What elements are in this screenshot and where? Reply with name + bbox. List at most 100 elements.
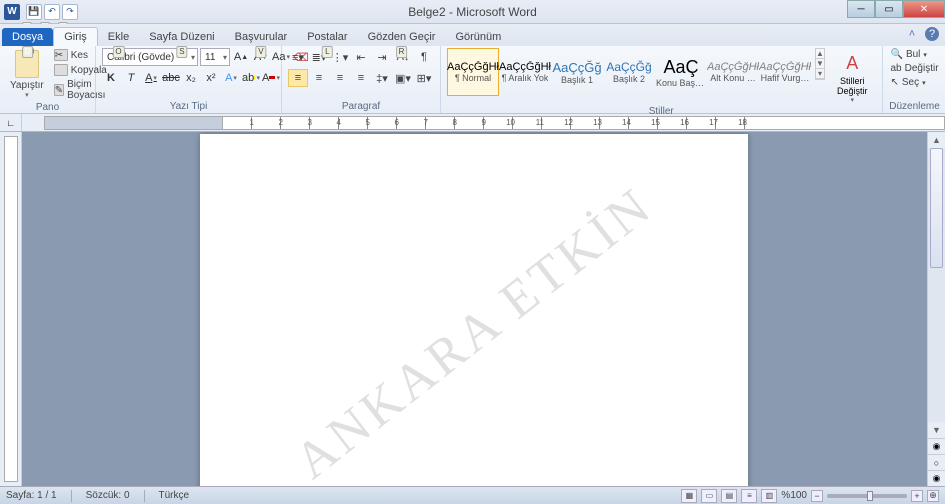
style-s-normal[interactable]: AaÇçĞğHł¶ Normal bbox=[447, 48, 499, 96]
view-outline[interactable]: ≡ bbox=[741, 489, 757, 503]
tab-home[interactable]: Giriş bbox=[53, 27, 98, 46]
next-page-button[interactable]: ◉ bbox=[928, 470, 945, 486]
replace-label: Değiştir bbox=[905, 63, 939, 74]
window-title: Belge2 - Microsoft Word bbox=[408, 5, 537, 19]
view-fullscreen[interactable]: ▭ bbox=[701, 489, 717, 503]
qat-undo[interactable]: ↶ bbox=[44, 4, 60, 20]
keytip: V bbox=[255, 46, 266, 58]
qat-save[interactable]: 💾 bbox=[26, 4, 42, 20]
tab-insert[interactable]: EkleO bbox=[98, 28, 139, 46]
zoom-out-button[interactable]: − bbox=[811, 490, 823, 502]
shading-button[interactable]: ▣▾ bbox=[393, 69, 413, 87]
zoom-thumb[interactable] bbox=[867, 491, 873, 501]
keytip: O bbox=[112, 46, 124, 58]
italic-button[interactable]: T bbox=[122, 69, 140, 87]
text-effects-button[interactable]: A bbox=[222, 69, 240, 87]
font-color-button[interactable]: A bbox=[262, 69, 280, 87]
style-s-title[interactable]: AaÇKonu Başl… bbox=[655, 48, 707, 96]
tab-pagelayout[interactable]: Sayfa DüzeniS bbox=[139, 28, 224, 46]
styles-scroll[interactable]: ▲▼▾ bbox=[815, 48, 825, 80]
tab-label: Sayfa Düzeni bbox=[149, 31, 214, 43]
group-label-font: Yazı Tipi bbox=[102, 101, 275, 113]
tab-mailings[interactable]: PostalarL bbox=[297, 28, 357, 46]
replace-icon: ab bbox=[891, 63, 902, 74]
zoom-level[interactable]: %100 bbox=[781, 490, 807, 501]
maximize-button[interactable]: ▭ bbox=[875, 0, 903, 18]
scroll-down-button[interactable]: ▼ bbox=[928, 422, 945, 438]
replace-button[interactable]: abDeğiştir bbox=[889, 62, 941, 75]
tab-file[interactable]: DosyaD bbox=[2, 28, 53, 46]
vertical-scrollbar[interactable]: ▲ ▼ ◉ ○ ◉ bbox=[927, 132, 945, 486]
find-label: Bul bbox=[906, 49, 920, 60]
tab-label: Ekle bbox=[108, 31, 129, 43]
change-styles-button[interactable]: A Stilleri Değiştir ▾ bbox=[829, 48, 876, 106]
strike-button[interactable]: abc bbox=[162, 69, 180, 87]
view-print-layout[interactable]: ▦ bbox=[681, 489, 697, 503]
status-page[interactable]: Sayfa: 1 / 1 bbox=[6, 490, 57, 501]
status-words[interactable]: Sözcük: 0 bbox=[86, 490, 130, 501]
align-center-button[interactable]: ≡ bbox=[309, 69, 329, 87]
style-s-h2[interactable]: AaÇçĞğBaşlık 2 bbox=[603, 48, 655, 96]
borders-button[interactable]: ⊞▾ bbox=[414, 69, 434, 87]
cut-label: Kes bbox=[71, 50, 88, 61]
view-web[interactable]: ▤ bbox=[721, 489, 737, 503]
scroll-thumb[interactable] bbox=[930, 148, 943, 268]
superscript-button[interactable]: x² bbox=[202, 69, 220, 87]
align-left-button[interactable]: ≡ bbox=[288, 69, 308, 87]
select-button[interactable]: ↖Seç▾ bbox=[889, 76, 941, 89]
style-s-emph[interactable]: AaÇçĞğHłHafif Vurg… bbox=[759, 48, 811, 96]
outdent-button[interactable]: ⇤ bbox=[351, 48, 371, 66]
style-name: Başlık 1 bbox=[561, 75, 593, 85]
minimize-ribbon-icon[interactable]: ˄ bbox=[905, 27, 919, 41]
line-spacing-button[interactable]: ‡▾ bbox=[372, 69, 392, 87]
highlight-button[interactable]: ab bbox=[242, 69, 260, 87]
zoom-in-button[interactable]: + bbox=[911, 490, 923, 502]
status-lang[interactable]: Türkçe bbox=[159, 490, 190, 501]
find-button[interactable]: 🔍Bul▾ bbox=[889, 48, 941, 61]
style-preview: AaÇçĞğHł bbox=[499, 61, 551, 73]
help-icon[interactable]: ? bbox=[925, 27, 939, 41]
bold-button[interactable]: K bbox=[102, 69, 120, 87]
style-name: Başlık 2 bbox=[613, 74, 645, 84]
zoom-slider[interactable] bbox=[827, 494, 907, 498]
scroll-up-button[interactable]: ▲ bbox=[928, 132, 945, 148]
justify-button[interactable]: ≡ bbox=[351, 69, 371, 87]
group-label-paragraph: Paragraf bbox=[288, 101, 434, 113]
style-s-sub[interactable]: AaÇçĞğHłAlt Konu … bbox=[707, 48, 759, 96]
tab-label: Görünüm bbox=[455, 31, 501, 43]
highlight-color-icon bbox=[254, 76, 255, 79]
close-button[interactable]: ✕ bbox=[903, 0, 945, 18]
underline-button[interactable]: A bbox=[142, 69, 160, 87]
paste-label: Yapıştır bbox=[10, 80, 44, 91]
vertical-ruler[interactable] bbox=[0, 132, 22, 486]
minimize-button[interactable]: ─ bbox=[847, 0, 875, 18]
browse-object-button[interactable]: ○ bbox=[928, 454, 945, 470]
style-s-nosp[interactable]: AaÇçĞğHł¶ Aralık Yok bbox=[499, 48, 551, 96]
page[interactable]: ANKARA ETKİN bbox=[200, 134, 748, 486]
view-draft[interactable]: ▥ bbox=[761, 489, 777, 503]
tab-selector[interactable]: ∟ bbox=[0, 114, 22, 131]
multilevel-button[interactable]: ⋮▾ bbox=[330, 48, 350, 66]
style-name: Hafif Vurg… bbox=[761, 73, 810, 83]
tab-references[interactable]: BaşvurularV bbox=[225, 28, 298, 46]
document-viewport[interactable]: ANKARA ETKİN bbox=[22, 132, 927, 486]
grow-font-button[interactable]: A▲ bbox=[232, 48, 250, 66]
align-right-button[interactable]: ≡ bbox=[330, 69, 350, 87]
prev-page-button[interactable]: ◉ bbox=[928, 438, 945, 454]
qat-redo[interactable]: ↷ bbox=[62, 4, 78, 20]
font-size-combo[interactable]: 11 bbox=[200, 48, 230, 66]
style-preview: AaÇçĞğ bbox=[552, 60, 601, 75]
style-s-h1[interactable]: AaÇçĞğBaşlık 1 bbox=[551, 48, 603, 96]
tab-file-label: Dosya bbox=[12, 31, 43, 43]
subscript-button[interactable]: x₂ bbox=[182, 69, 200, 87]
tab-view[interactable]: Görünüm bbox=[445, 28, 511, 46]
horizontal-ruler[interactable]: 123456789101112131415161718 bbox=[22, 114, 945, 131]
show-marks-button[interactable]: ¶ bbox=[414, 48, 434, 66]
zoom-fit-button[interactable]: ⊕ bbox=[927, 490, 939, 502]
indent-button[interactable]: ⇥ bbox=[372, 48, 392, 66]
bullets-button[interactable]: ≡▾ bbox=[288, 48, 308, 66]
styles-gallery: AaÇçĞğHł¶ NormalAaÇçĞğHł¶ Aralık YokAaÇç… bbox=[447, 48, 811, 96]
keytip: D bbox=[22, 46, 34, 58]
tab-review[interactable]: Gözden GeçirR bbox=[358, 28, 446, 46]
watermark-text: ANKARA ETKİN bbox=[284, 176, 664, 486]
